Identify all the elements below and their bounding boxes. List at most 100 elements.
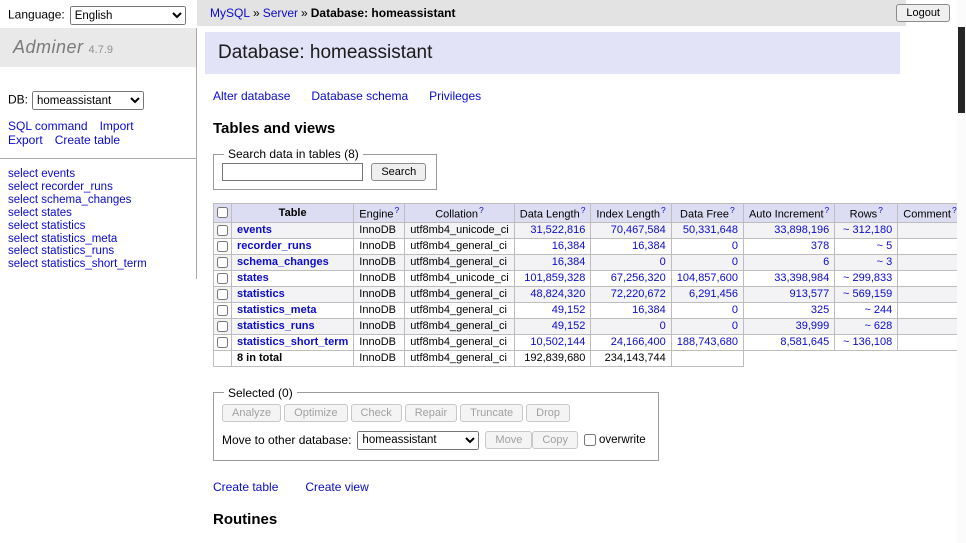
data-free-link[interactable]: 50,331,648 xyxy=(683,224,738,236)
sidebar-table-link[interactable]: select statistics_meta xyxy=(8,233,196,246)
data-free-link[interactable]: 6,291,456 xyxy=(689,288,738,300)
auto-increment-link[interactable]: 378 xyxy=(811,240,829,252)
help-link[interactable]: ? xyxy=(878,205,883,215)
data-length-link[interactable]: 16,384 xyxy=(552,240,586,252)
move-button[interactable]: Move xyxy=(485,431,532,449)
create-table-link[interactable]: Create table xyxy=(213,480,278,494)
select-all-checkbox[interactable] xyxy=(217,207,228,218)
auto-increment-link[interactable]: 8,581,645 xyxy=(780,336,829,348)
index-length-link[interactable]: 16,384 xyxy=(632,304,666,316)
scrollbar[interactable] xyxy=(957,0,966,543)
data-length-link[interactable]: 49,152 xyxy=(552,304,586,316)
db-select[interactable]: homeassistant xyxy=(32,91,144,110)
row-checkbox[interactable] xyxy=(217,225,228,236)
alter-database-link[interactable]: Alter database xyxy=(213,89,290,103)
data-length-link[interactable]: 10,502,144 xyxy=(530,336,585,348)
sidebar-table-link[interactable]: select states xyxy=(8,207,196,220)
breadcrumb-mysql-link[interactable]: MySQL xyxy=(210,6,250,20)
index-length-link[interactable]: 67,256,320 xyxy=(611,272,666,284)
export-link[interactable]: Export xyxy=(8,133,43,147)
table-name-link[interactable]: statistics_short_term xyxy=(237,336,348,348)
logout-button[interactable]: Logout xyxy=(896,4,950,22)
sidebar-table-link[interactable]: select statistics_short_term xyxy=(8,258,196,271)
create-table-link-sidebar[interactable]: Create table xyxy=(55,133,120,147)
breadcrumb-server-link[interactable]: Server xyxy=(263,6,298,20)
auto-increment-link[interactable]: 325 xyxy=(811,304,829,316)
table-name-link[interactable]: states xyxy=(237,272,269,284)
table-name-link[interactable]: schema_changes xyxy=(237,256,329,268)
sidebar-table-link[interactable]: select statistics xyxy=(8,220,196,233)
data-free-link[interactable]: 0 xyxy=(732,304,738,316)
table-name-link[interactable]: recorder_runs xyxy=(237,240,312,252)
rows-count-link[interactable]: ~ 244 xyxy=(864,304,892,316)
index-length-link[interactable]: 72,220,672 xyxy=(611,288,666,300)
sql-command-link[interactable]: SQL command xyxy=(8,119,88,133)
create-view-link[interactable]: Create view xyxy=(305,480,368,494)
help-link[interactable]: ? xyxy=(581,205,586,215)
sidebar-table-link[interactable]: select schema_changes xyxy=(8,194,196,207)
auto-increment-link[interactable]: 6 xyxy=(823,256,829,268)
index-length-link[interactable]: 0 xyxy=(660,256,666,268)
row-checkbox[interactable] xyxy=(217,241,228,252)
check-button[interactable]: Check xyxy=(351,404,402,422)
table-name-link[interactable]: events xyxy=(237,224,272,236)
copy-button[interactable]: Copy xyxy=(532,431,578,449)
data-free-link[interactable]: 0 xyxy=(732,320,738,332)
rows-count-link[interactable]: ~ 312,180 xyxy=(843,224,892,236)
auto-increment-link[interactable]: 33,898,196 xyxy=(774,224,829,236)
rows-count-link[interactable]: ~ 299,833 xyxy=(843,272,892,284)
index-length-link[interactable]: 16,384 xyxy=(632,240,666,252)
drop-button[interactable]: Drop xyxy=(526,404,570,422)
help-link[interactable]: ? xyxy=(825,205,830,215)
import-link[interactable]: Import xyxy=(100,119,134,133)
index-length-link[interactable]: 24,166,400 xyxy=(611,336,666,348)
truncate-button[interactable]: Truncate xyxy=(460,404,523,422)
rows-count-link[interactable]: ~ 3 xyxy=(877,256,893,268)
help-link[interactable]: ? xyxy=(730,205,735,215)
data-free-link[interactable]: 0 xyxy=(732,240,738,252)
database-schema-link[interactable]: Database schema xyxy=(311,89,408,103)
privileges-link[interactable]: Privileges xyxy=(429,89,481,103)
scrollbar-thumb[interactable] xyxy=(958,27,965,113)
row-checkbox[interactable] xyxy=(217,337,228,348)
rows-count-link[interactable]: ~ 569,159 xyxy=(843,288,892,300)
index-length-link[interactable]: 70,467,584 xyxy=(611,224,666,236)
move-db-select[interactable]: homeassistant xyxy=(357,431,479,450)
table-name-link[interactable]: statistics_meta xyxy=(237,304,317,316)
help-link[interactable]: ? xyxy=(479,205,484,215)
row-checkbox[interactable] xyxy=(217,257,228,268)
overwrite-checkbox[interactable] xyxy=(584,434,596,446)
search-button[interactable]: Search xyxy=(371,163,426,181)
auto-increment-link[interactable]: 39,999 xyxy=(796,320,830,332)
search-input[interactable] xyxy=(222,163,363,181)
row-checkbox[interactable] xyxy=(217,305,228,316)
analyze-button[interactable]: Analyze xyxy=(222,404,281,422)
language-select[interactable]: English xyxy=(70,6,186,25)
data-free-link[interactable]: 188,743,680 xyxy=(677,336,738,348)
sidebar-table-link[interactable]: select recorder_runs xyxy=(8,181,196,194)
data-length-link[interactable]: 101,859,328 xyxy=(524,272,585,284)
help-link[interactable]: ? xyxy=(952,205,957,215)
help-link[interactable]: ? xyxy=(661,205,666,215)
repair-button[interactable]: Repair xyxy=(405,404,457,422)
sidebar-table-link[interactable]: select statistics_runs xyxy=(8,245,196,258)
data-length-link[interactable]: 48,824,320 xyxy=(530,288,585,300)
row-checkbox[interactable] xyxy=(217,273,228,284)
index-length-link[interactable]: 0 xyxy=(660,320,666,332)
auto-increment-link[interactable]: 913,577 xyxy=(790,288,830,300)
rows-count-link[interactable]: ~ 136,108 xyxy=(843,336,892,348)
data-free-link[interactable]: 0 xyxy=(732,256,738,268)
help-link[interactable]: ? xyxy=(395,205,400,215)
table-name-link[interactable]: statistics xyxy=(237,288,285,300)
row-checkbox[interactable] xyxy=(217,321,228,332)
data-length-link[interactable]: 16,384 xyxy=(552,256,586,268)
sidebar-table-link[interactable]: select events xyxy=(8,168,196,181)
optimize-button[interactable]: Optimize xyxy=(284,404,347,422)
row-checkbox[interactable] xyxy=(217,289,228,300)
data-length-link[interactable]: 49,152 xyxy=(552,320,586,332)
auto-increment-link[interactable]: 33,398,984 xyxy=(774,272,829,284)
data-free-link[interactable]: 104,857,600 xyxy=(677,272,738,284)
rows-count-link[interactable]: ~ 628 xyxy=(864,320,892,332)
rows-count-link[interactable]: ~ 5 xyxy=(877,240,893,252)
data-length-link[interactable]: 31,522,816 xyxy=(530,224,585,236)
